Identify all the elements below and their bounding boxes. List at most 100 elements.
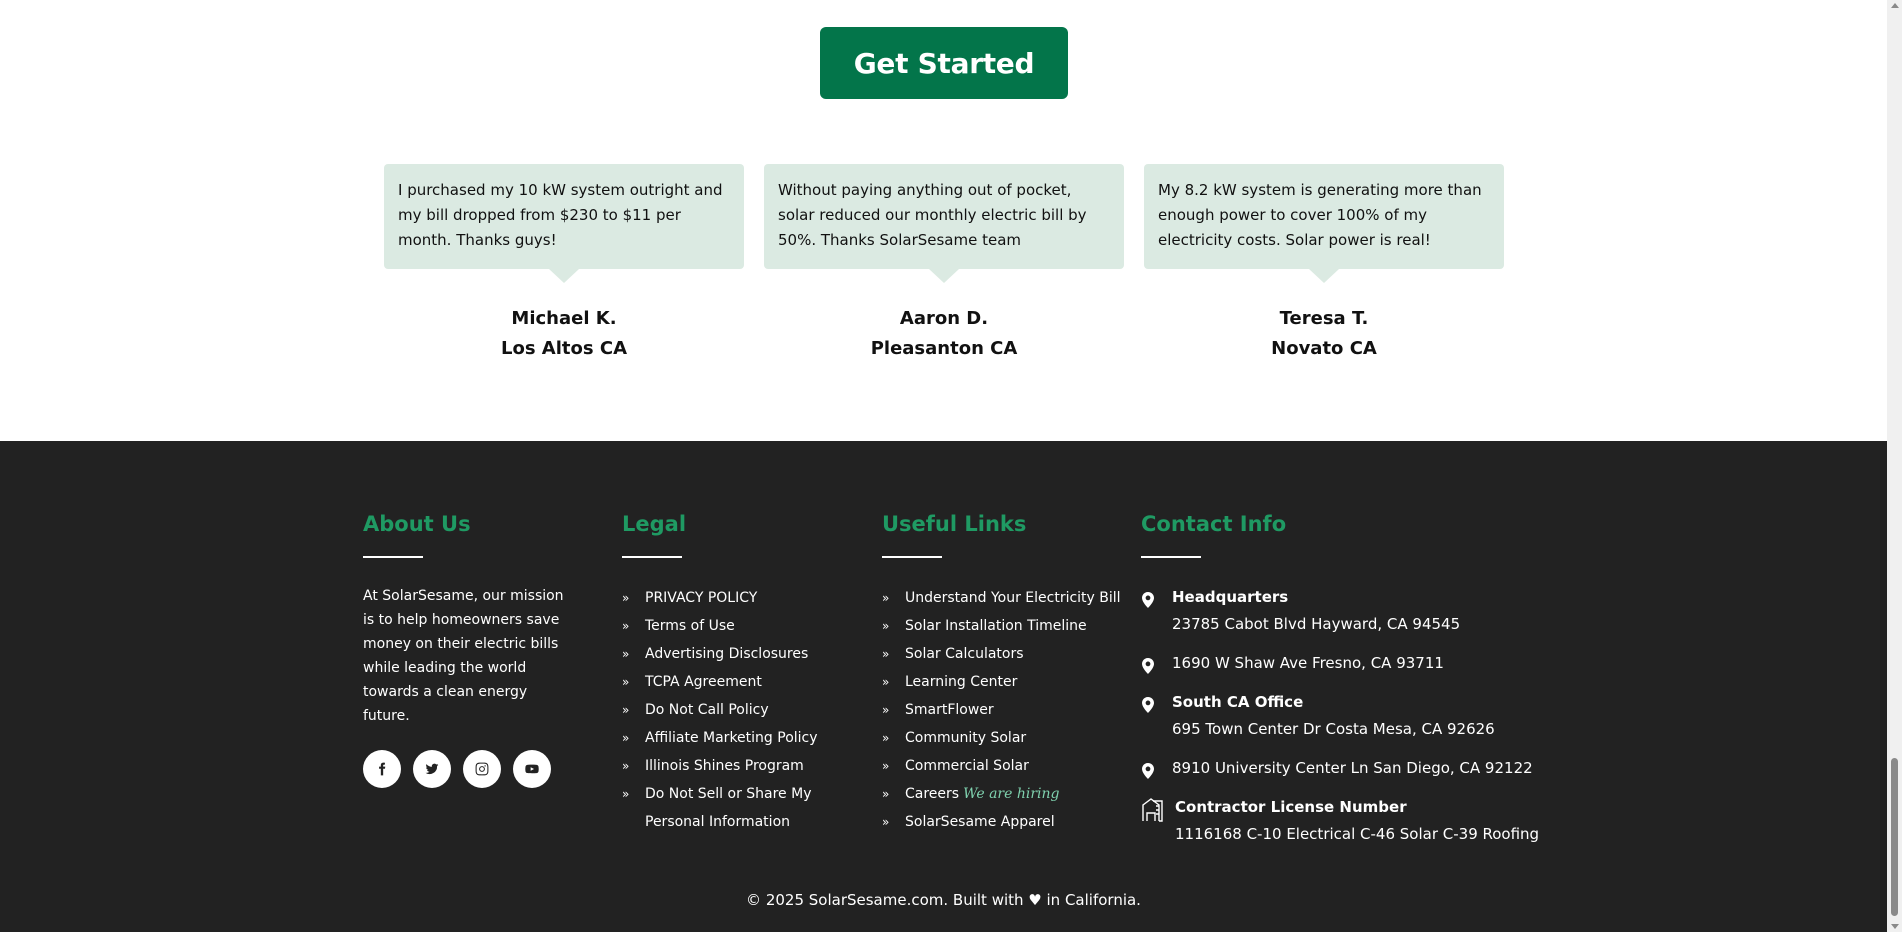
contact-fresno: 1690 W Shaw Ave Fresno, CA 93711 xyxy=(1141,650,1539,677)
tcpa-agreement-link[interactable]: TCPA Agreement xyxy=(645,674,762,690)
heading-divider xyxy=(622,556,682,558)
list-item: » TCPA Agreement xyxy=(622,668,822,696)
footer-legal: Legal » PRIVACY POLICY » Terms of Use » Adv… xyxy=(622,509,822,836)
map-pin-icon xyxy=(1141,590,1155,608)
testimonial-author-name: Aaron D. xyxy=(899,308,989,329)
illinois-shines-link[interactable]: Illinois Shines Program xyxy=(645,758,804,774)
twitter-icon[interactable] xyxy=(413,750,451,788)
testimonial-author-location: Pleasanton CA xyxy=(870,338,1018,359)
footer-legal-heading: Legal xyxy=(622,512,687,536)
about-text: At SolarSesame, our mission is to help h… xyxy=(363,588,564,724)
map-pin-icon xyxy=(1141,656,1155,674)
testimonial-card: I purchased my 10 kW system outright and… xyxy=(384,164,744,364)
footer-about: About Us At SolarSesame, our mission is … xyxy=(363,509,568,788)
get-started-button[interactable]: Get Started xyxy=(820,27,1068,99)
contact-sandiego-address: 8910 University Center Ln San Diego, CA … xyxy=(1172,759,1533,777)
careers-link[interactable]: Careers xyxy=(905,786,959,802)
testimonial-author: Teresa T. Novato CA xyxy=(1144,304,1504,364)
electricity-bill-link[interactable]: Understand Your Electricity Bill xyxy=(905,590,1121,606)
list-item: » Understand Your Electricity Bill xyxy=(882,584,1121,612)
license-icon xyxy=(1141,797,1165,823)
legal-links: » PRIVACY POLICY » Terms of Use » Advertisi… xyxy=(622,584,822,836)
chevron-right-icon: » xyxy=(622,787,630,801)
page-scrollbar[interactable] xyxy=(1887,0,1902,932)
contact-license: Contractor License Number 1116168 C-10 E… xyxy=(1141,794,1539,848)
affiliate-marketing-policy-link[interactable]: Affiliate Marketing Policy xyxy=(645,730,818,746)
footer-useful-heading: Useful Links xyxy=(882,512,1027,536)
privacy-policy-link[interactable]: PRIVACY POLICY xyxy=(645,590,757,606)
copyright-text: © 2025 SolarSesame.com. Built with ♥ in … xyxy=(746,891,1141,909)
solar-calculators-link[interactable]: Solar Calculators xyxy=(905,646,1024,662)
list-item: » Affiliate Marketing Policy xyxy=(622,724,822,752)
youtube-icon[interactable] xyxy=(513,750,551,788)
scrollbar-thumb[interactable] xyxy=(1891,758,1898,916)
do-not-sell-link[interactable]: Do Not Sell or Share My Personal Informa… xyxy=(645,786,812,830)
testimonial-author: Aaron D. Pleasanton CA xyxy=(764,304,1124,364)
map-pin-icon xyxy=(1141,761,1155,779)
contact-sandiego: 8910 University Center Ln San Diego, CA … xyxy=(1141,755,1539,782)
learning-center-link[interactable]: Learning Center xyxy=(905,674,1017,690)
contact-south-address: 695 Town Center Dr Costa Mesa, CA 92626 xyxy=(1172,720,1495,738)
contact-license-text: 1116168 C-10 Electrical C-46 Solar C-39 … xyxy=(1175,825,1540,843)
list-item: » Do Not Sell or Share My Personal Inform… xyxy=(622,780,822,836)
list-item: » Illinois Shines Program xyxy=(622,752,822,780)
list-item: » Community Solar xyxy=(882,724,1121,752)
testimonial-quote: I purchased my 10 kW system outright and… xyxy=(384,164,744,283)
chevron-right-icon: » xyxy=(882,815,890,829)
terms-of-use-link[interactable]: Terms of Use xyxy=(645,618,735,634)
testimonial-list: I purchased my 10 kW system outright and… xyxy=(384,164,1504,364)
list-item: » Advertising Disclosures xyxy=(622,640,822,668)
list-item: » Terms of Use xyxy=(622,612,822,640)
list-item: » SolarSesame Apparel xyxy=(882,808,1121,836)
contact-south: South CA Office 695 Town Center Dr Costa… xyxy=(1141,689,1539,743)
list-item: » Careers We are hiring xyxy=(882,780,1121,808)
testimonial-quote: My 8.2 kW system is generating more than… xyxy=(1144,164,1504,283)
map-pin-icon xyxy=(1141,695,1155,713)
footer-useful-links: Useful Links » Understand Your Electricit… xyxy=(882,509,1121,836)
footer-about-heading: About Us xyxy=(363,512,471,536)
page: Get Started I purchased my 10 kW system … xyxy=(0,0,1887,932)
list-item: » Learning Center xyxy=(882,668,1121,696)
testimonial-author-location: Novato CA xyxy=(1271,338,1377,359)
hiring-tag: We are hiring xyxy=(963,786,1060,802)
useful-links: » Understand Your Electricity Bill » Solar… xyxy=(882,584,1121,836)
heading-divider xyxy=(363,556,423,558)
heading-divider xyxy=(1141,556,1201,558)
facebook-icon[interactable] xyxy=(363,750,401,788)
chevron-right-icon: » xyxy=(882,731,890,745)
instagram-icon[interactable] xyxy=(463,750,501,788)
scroll-down-icon[interactable] xyxy=(1891,924,1899,929)
contact-hq-title: Headquarters xyxy=(1172,588,1289,606)
heading-divider xyxy=(882,556,942,558)
testimonial-author-name: Michael K. xyxy=(511,308,617,329)
smartflower-link[interactable]: SmartFlower xyxy=(905,702,994,718)
testimonials-section: Get Started I purchased my 10 kW system … xyxy=(0,0,1887,441)
list-item: » Do Not Call Policy xyxy=(622,696,822,724)
testimonial-card: My 8.2 kW system is generating more than… xyxy=(1144,164,1504,364)
contact-fresno-address: 1690 W Shaw Ave Fresno, CA 93711 xyxy=(1172,654,1444,672)
chevron-right-icon: » xyxy=(622,759,630,773)
chevron-right-icon: » xyxy=(622,675,630,689)
testimonial-author-name: Teresa T. xyxy=(1279,308,1369,329)
installation-timeline-link[interactable]: Solar Installation Timeline xyxy=(905,618,1087,634)
chevron-right-icon: » xyxy=(882,703,890,717)
list-item: » Solar Calculators xyxy=(882,640,1121,668)
scroll-up-icon[interactable] xyxy=(1891,3,1899,8)
testimonial-quote: Without paying anything out of pocket, s… xyxy=(764,164,1124,283)
testimonial-author-location: Los Altos CA xyxy=(500,338,627,359)
chevron-right-icon: » xyxy=(622,703,630,717)
chevron-right-icon: » xyxy=(622,647,630,661)
do-not-call-policy-link[interactable]: Do Not Call Policy xyxy=(645,702,769,718)
advertising-disclosures-link[interactable]: Advertising Disclosures xyxy=(645,646,808,662)
testimonial-card: Without paying anything out of pocket, s… xyxy=(764,164,1124,364)
commercial-solar-link[interactable]: Commercial Solar xyxy=(905,758,1029,774)
chevron-right-icon: » xyxy=(622,591,630,605)
contact-hq: Headquarters 23785 Cabot Blvd Hayward, C… xyxy=(1141,584,1539,638)
community-solar-link[interactable]: Community Solar xyxy=(905,730,1026,746)
contact-list: Headquarters 23785 Cabot Blvd Hayward, C… xyxy=(1141,584,1539,848)
footer-contact: Contact Info Headquarters 23785 Cabot Bl… xyxy=(1141,509,1539,860)
list-item: » Commercial Solar xyxy=(882,752,1121,780)
list-item: » Solar Installation Timeline xyxy=(882,612,1121,640)
apparel-link[interactable]: SolarSesame Apparel xyxy=(905,814,1055,830)
chevron-right-icon: » xyxy=(882,591,890,605)
